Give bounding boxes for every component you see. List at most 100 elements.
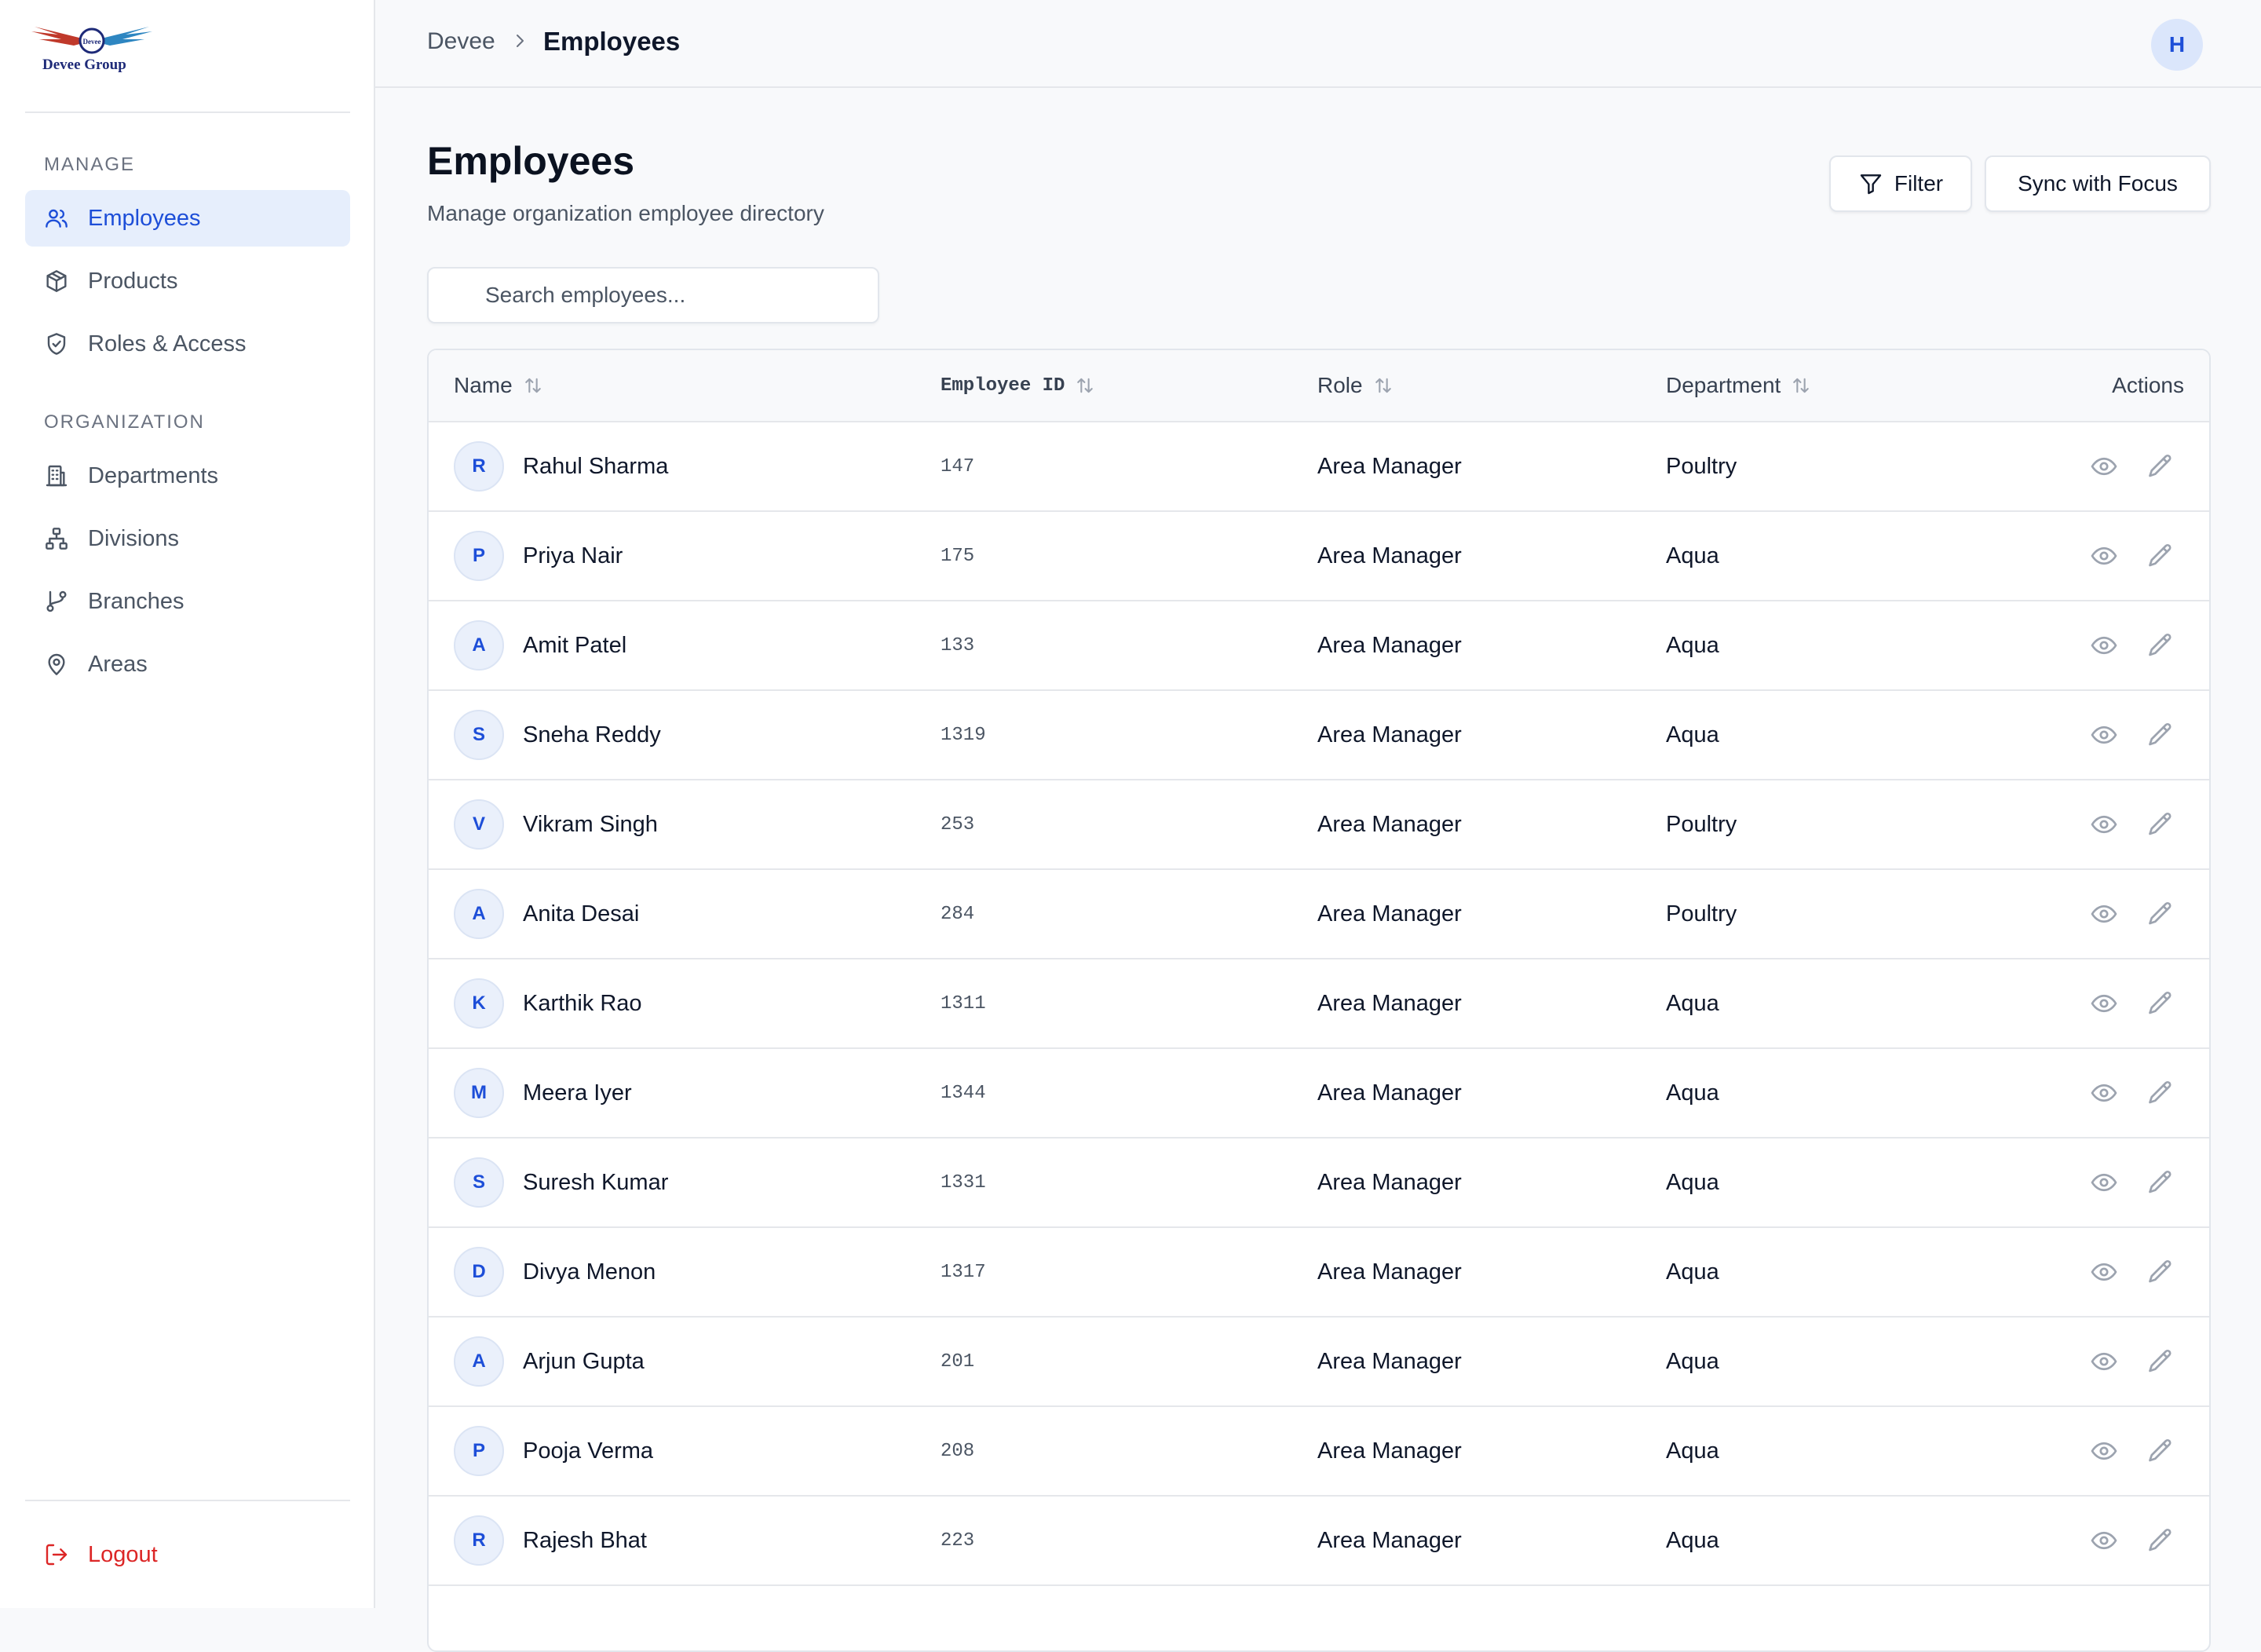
- employee-name[interactable]: Sneha Reddy: [523, 691, 661, 779]
- filter-button[interactable]: Filter: [1829, 155, 1972, 212]
- brand-logo[interactable]: Devee Devee Group: [27, 24, 157, 79]
- eye-icon[interactable]: [2090, 1437, 2118, 1465]
- employee-department: Aqua: [1666, 1080, 1719, 1106]
- column-label: Role: [1317, 373, 1363, 397]
- logout-icon: [46, 1544, 68, 1566]
- employee-name[interactable]: Divya Menon: [523, 1228, 656, 1316]
- employee-id: 1344: [941, 1082, 986, 1104]
- eye-icon[interactable]: [2090, 1168, 2118, 1197]
- table-row[interactable]: A Arjun Gupta 201 Area Manager Aqua: [429, 1318, 2209, 1407]
- pencil-icon[interactable]: [2146, 1526, 2175, 1555]
- sidebar-item-products[interactable]: Products: [25, 253, 350, 309]
- employee-name[interactable]: Meera Iyer: [523, 1049, 632, 1137]
- table-row[interactable]: P Priya Nair 175 Area Manager Aqua: [429, 512, 2209, 601]
- pencil-icon[interactable]: [2146, 810, 2175, 839]
- column-header-employee-id[interactable]: Employee ID: [941, 350, 1096, 421]
- employees-table: Name Employee ID Role Department Actions…: [427, 349, 2211, 1652]
- table-row[interactable]: R Rahul Sharma 147 Area Manager Poultry: [429, 422, 2209, 512]
- eye-icon[interactable]: [2090, 1258, 2118, 1286]
- eye-icon[interactable]: [2090, 810, 2118, 839]
- eye-icon[interactable]: [2090, 721, 2118, 749]
- sidebar-divider: [25, 1500, 350, 1501]
- logout-label: Logout: [88, 1541, 158, 1567]
- table-row[interactable]: M Meera Iyer 1344 Area Manager Aqua: [429, 1049, 2209, 1138]
- eye-icon[interactable]: [2090, 631, 2118, 660]
- sidebar-item-branches[interactable]: Branches: [25, 573, 350, 630]
- eye-icon[interactable]: [2090, 900, 2118, 928]
- employee-avatar: K: [454, 978, 504, 1029]
- employee-name[interactable]: Rajesh Bhat: [523, 1497, 647, 1584]
- employee-name[interactable]: Amit Patel: [523, 601, 626, 689]
- pencil-icon[interactable]: [2146, 1437, 2175, 1465]
- breadcrumb-root[interactable]: Devee: [427, 28, 495, 55]
- table-row[interactable]: A Amit Patel 133 Area Manager Aqua: [429, 601, 2209, 691]
- sidebar-item-employees[interactable]: Employees: [25, 190, 350, 247]
- table-row[interactable]: P Pooja Verma 208 Area Manager Aqua: [429, 1407, 2209, 1497]
- eye-icon[interactable]: [2090, 1347, 2118, 1376]
- employee-id: 1311: [941, 992, 986, 1014]
- sidebar-item-roles-access[interactable]: Roles & Access: [25, 316, 350, 372]
- employee-role: Area Manager: [1317, 1259, 1462, 1285]
- building-icon: [46, 465, 68, 487]
- pencil-icon[interactable]: [2146, 542, 2175, 570]
- employee-department: Aqua: [1666, 632, 1719, 658]
- table-row[interactable]: V Vikram Singh 253 Area Manager Poultry: [429, 780, 2209, 870]
- employee-name[interactable]: Rahul Sharma: [523, 422, 668, 510]
- pencil-icon[interactable]: [2146, 631, 2175, 660]
- pencil-icon[interactable]: [2146, 900, 2175, 928]
- git-branch-icon: [46, 590, 67, 612]
- logout-button[interactable]: Logout: [25, 1526, 350, 1583]
- sidebar-item-label: Departments: [88, 462, 219, 488]
- employee-role: Area Manager: [1317, 901, 1462, 927]
- table-row[interactable]: K Karthik Rao 1311 Area Manager Aqua: [429, 959, 2209, 1049]
- employee-name[interactable]: Arjun Gupta: [523, 1318, 645, 1405]
- sync-with-focus-button[interactable]: Sync with Focus: [1985, 155, 2211, 212]
- pencil-icon[interactable]: [2146, 1347, 2175, 1376]
- sidebar-item-divisions[interactable]: Divisions: [25, 510, 350, 567]
- pencil-icon[interactable]: [2146, 989, 2175, 1018]
- eye-icon[interactable]: [2090, 1079, 2118, 1107]
- employee-name[interactable]: Suresh Kumar: [523, 1138, 668, 1226]
- column-header-name[interactable]: Name: [454, 350, 544, 421]
- sidebar-item-label: Roles & Access: [88, 331, 247, 356]
- table-row[interactable]: A Anita Desai 284 Area Manager Poultry: [429, 870, 2209, 959]
- employee-department: Aqua: [1666, 1348, 1719, 1374]
- column-header-department[interactable]: Department: [1666, 350, 1812, 421]
- pencil-icon[interactable]: [2146, 1168, 2175, 1197]
- employee-role: Area Manager: [1317, 453, 1462, 479]
- employee-name[interactable]: Pooja Verma: [523, 1407, 653, 1495]
- employee-name[interactable]: Priya Nair: [523, 512, 623, 600]
- section-manage: MANAGE: [44, 154, 136, 175]
- sidebar-item-departments[interactable]: Departments: [25, 448, 350, 504]
- sort-icon: [524, 378, 541, 393]
- employee-department: Poultry: [1666, 811, 1737, 837]
- eye-icon[interactable]: [2090, 989, 2118, 1018]
- employee-department: Aqua: [1666, 543, 1719, 568]
- pencil-icon[interactable]: [2146, 721, 2175, 749]
- table-row[interactable]: S Sneha Reddy 1319 Area Manager Aqua: [429, 691, 2209, 780]
- pencil-icon[interactable]: [2146, 1079, 2175, 1107]
- brand-name: Devee Group: [42, 57, 126, 73]
- sidebar-item-areas[interactable]: Areas: [25, 636, 350, 693]
- eye-icon[interactable]: [2090, 1526, 2118, 1555]
- employee-name[interactable]: Anita Desai: [523, 870, 639, 958]
- user-avatar[interactable]: H: [2151, 19, 2203, 71]
- column-header-role[interactable]: Role: [1317, 350, 1394, 421]
- eye-icon[interactable]: [2090, 542, 2118, 570]
- pencil-icon[interactable]: [2146, 452, 2175, 481]
- employee-name[interactable]: Karthik Rao: [523, 959, 642, 1047]
- employee-avatar: P: [454, 1426, 504, 1476]
- search-input[interactable]: [427, 267, 879, 323]
- chevron-right-icon: [517, 35, 524, 47]
- table-row[interactable]: D Divya Menon 1317 Area Manager Aqua: [429, 1228, 2209, 1318]
- users-icon: [46, 209, 68, 228]
- table-row[interactable]: S Suresh Kumar 1331 Area Manager Aqua: [429, 1138, 2209, 1228]
- employee-avatar: A: [454, 620, 504, 671]
- employee-name[interactable]: Vikram Singh: [523, 780, 658, 868]
- sort-icon: [1793, 378, 1810, 393]
- eye-icon[interactable]: [2090, 452, 2118, 481]
- column-header-actions: Actions: [2112, 373, 2184, 397]
- table-row[interactable]: R Rajesh Bhat 223 Area Manager Aqua: [429, 1497, 2209, 1586]
- pencil-icon[interactable]: [2146, 1258, 2175, 1286]
- sidebar-item-label: Areas: [88, 651, 148, 677]
